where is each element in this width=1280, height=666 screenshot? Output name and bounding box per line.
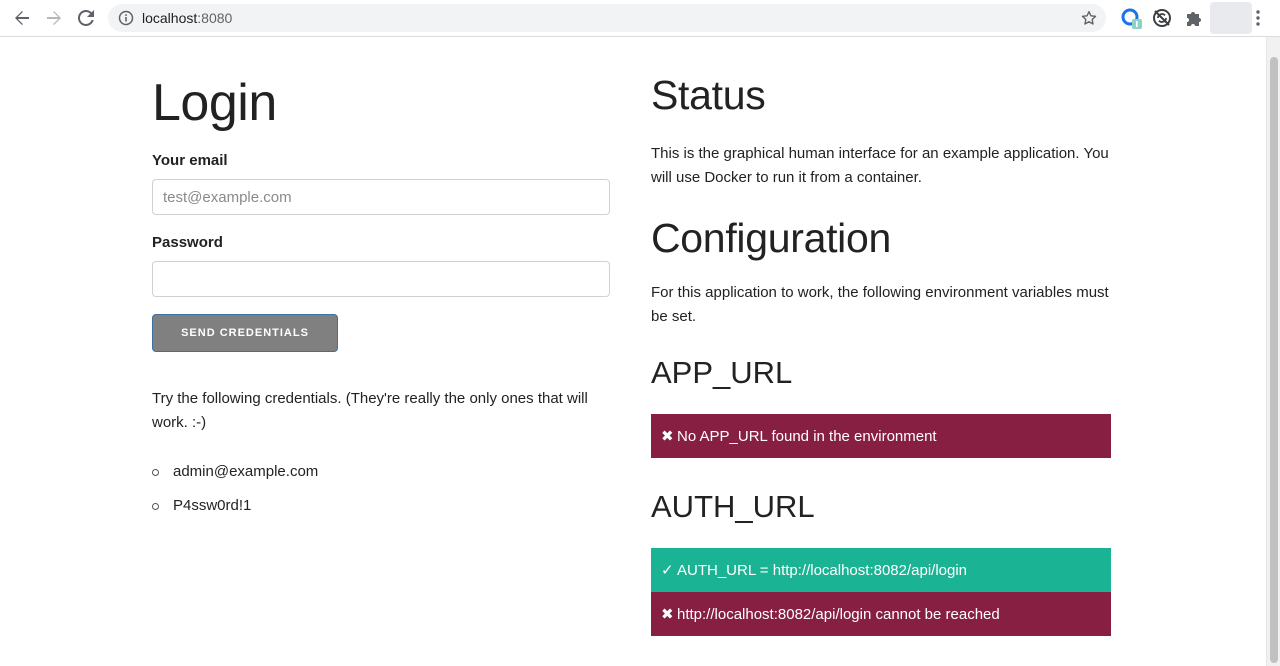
bookmark-star-icon[interactable]	[1080, 9, 1098, 27]
alert-text: http://localhost:8082/api/login cannot b…	[677, 605, 1000, 623]
password-field[interactable]	[152, 261, 610, 297]
page-content: Login Your email Password Send credentia…	[0, 37, 1266, 666]
status-description: This is the graphical human interface fo…	[651, 145, 1109, 186]
info-icon[interactable]	[118, 10, 134, 26]
alert-text: No APP_URL found in the environment	[677, 427, 937, 445]
page-scrollbar[interactable]	[1266, 37, 1280, 666]
browser-toolbar: localhost:8080	[0, 0, 1280, 37]
credentials-hint: Try the following credentials. (They're …	[152, 390, 588, 431]
reload-icon	[78, 10, 94, 26]
auth-url-heading: AUTH_URL	[651, 489, 815, 524]
sync-off-icon[interactable]	[1151, 7, 1173, 29]
status-title: Status	[651, 72, 766, 118]
back-button[interactable]	[10, 6, 34, 30]
alert-text: AUTH_URL = http://localhost:8082/api/log…	[677, 561, 968, 579]
auth-url-ok-alert: ✓ AUTH_URL = http://localhost:8082/api/l…	[651, 548, 1111, 592]
more-menu-icon[interactable]	[1250, 8, 1266, 28]
send-credentials-button[interactable]: Send credentials	[152, 314, 338, 352]
auth-url-error-alert: ✖ http://localhost:8082/api/login cannot…	[651, 592, 1111, 636]
app-url-error-alert: ✖ No APP_URL found in the environment	[651, 414, 1111, 458]
scrollbar-thumb[interactable]	[1270, 57, 1278, 663]
arrow-left-icon	[15, 11, 29, 25]
forward-button[interactable]	[42, 6, 66, 30]
app-url-heading: APP_URL	[651, 355, 793, 390]
extension-badge-icon[interactable]	[1120, 7, 1142, 29]
email-field[interactable]	[152, 179, 610, 215]
url-text[interactable]: localhost:8080	[142, 9, 232, 27]
check-icon: ✓	[661, 562, 674, 579]
profile-avatar[interactable]	[1210, 2, 1252, 34]
arrow-right-icon	[47, 11, 61, 25]
reload-button[interactable]	[74, 6, 98, 30]
credentials-list: admin@example.com P4ssw0rd!1	[152, 461, 318, 529]
list-item: admin@example.com	[152, 461, 318, 495]
configuration-description: For this application to work, the follow…	[651, 284, 1109, 325]
url-port: :8080	[197, 10, 233, 26]
address-bar[interactable]: localhost:8080	[108, 4, 1106, 32]
url-host: localhost	[142, 10, 198, 26]
cross-icon: ✖	[661, 606, 674, 623]
list-item: P4ssw0rd!1	[152, 495, 318, 529]
login-title: Login	[152, 74, 277, 132]
password-label: Password	[152, 234, 223, 251]
cross-icon: ✖	[661, 428, 674, 445]
email-label: Your email	[152, 152, 228, 169]
configuration-title: Configuration	[651, 215, 891, 261]
extensions-puzzle-icon[interactable]	[1183, 7, 1205, 29]
